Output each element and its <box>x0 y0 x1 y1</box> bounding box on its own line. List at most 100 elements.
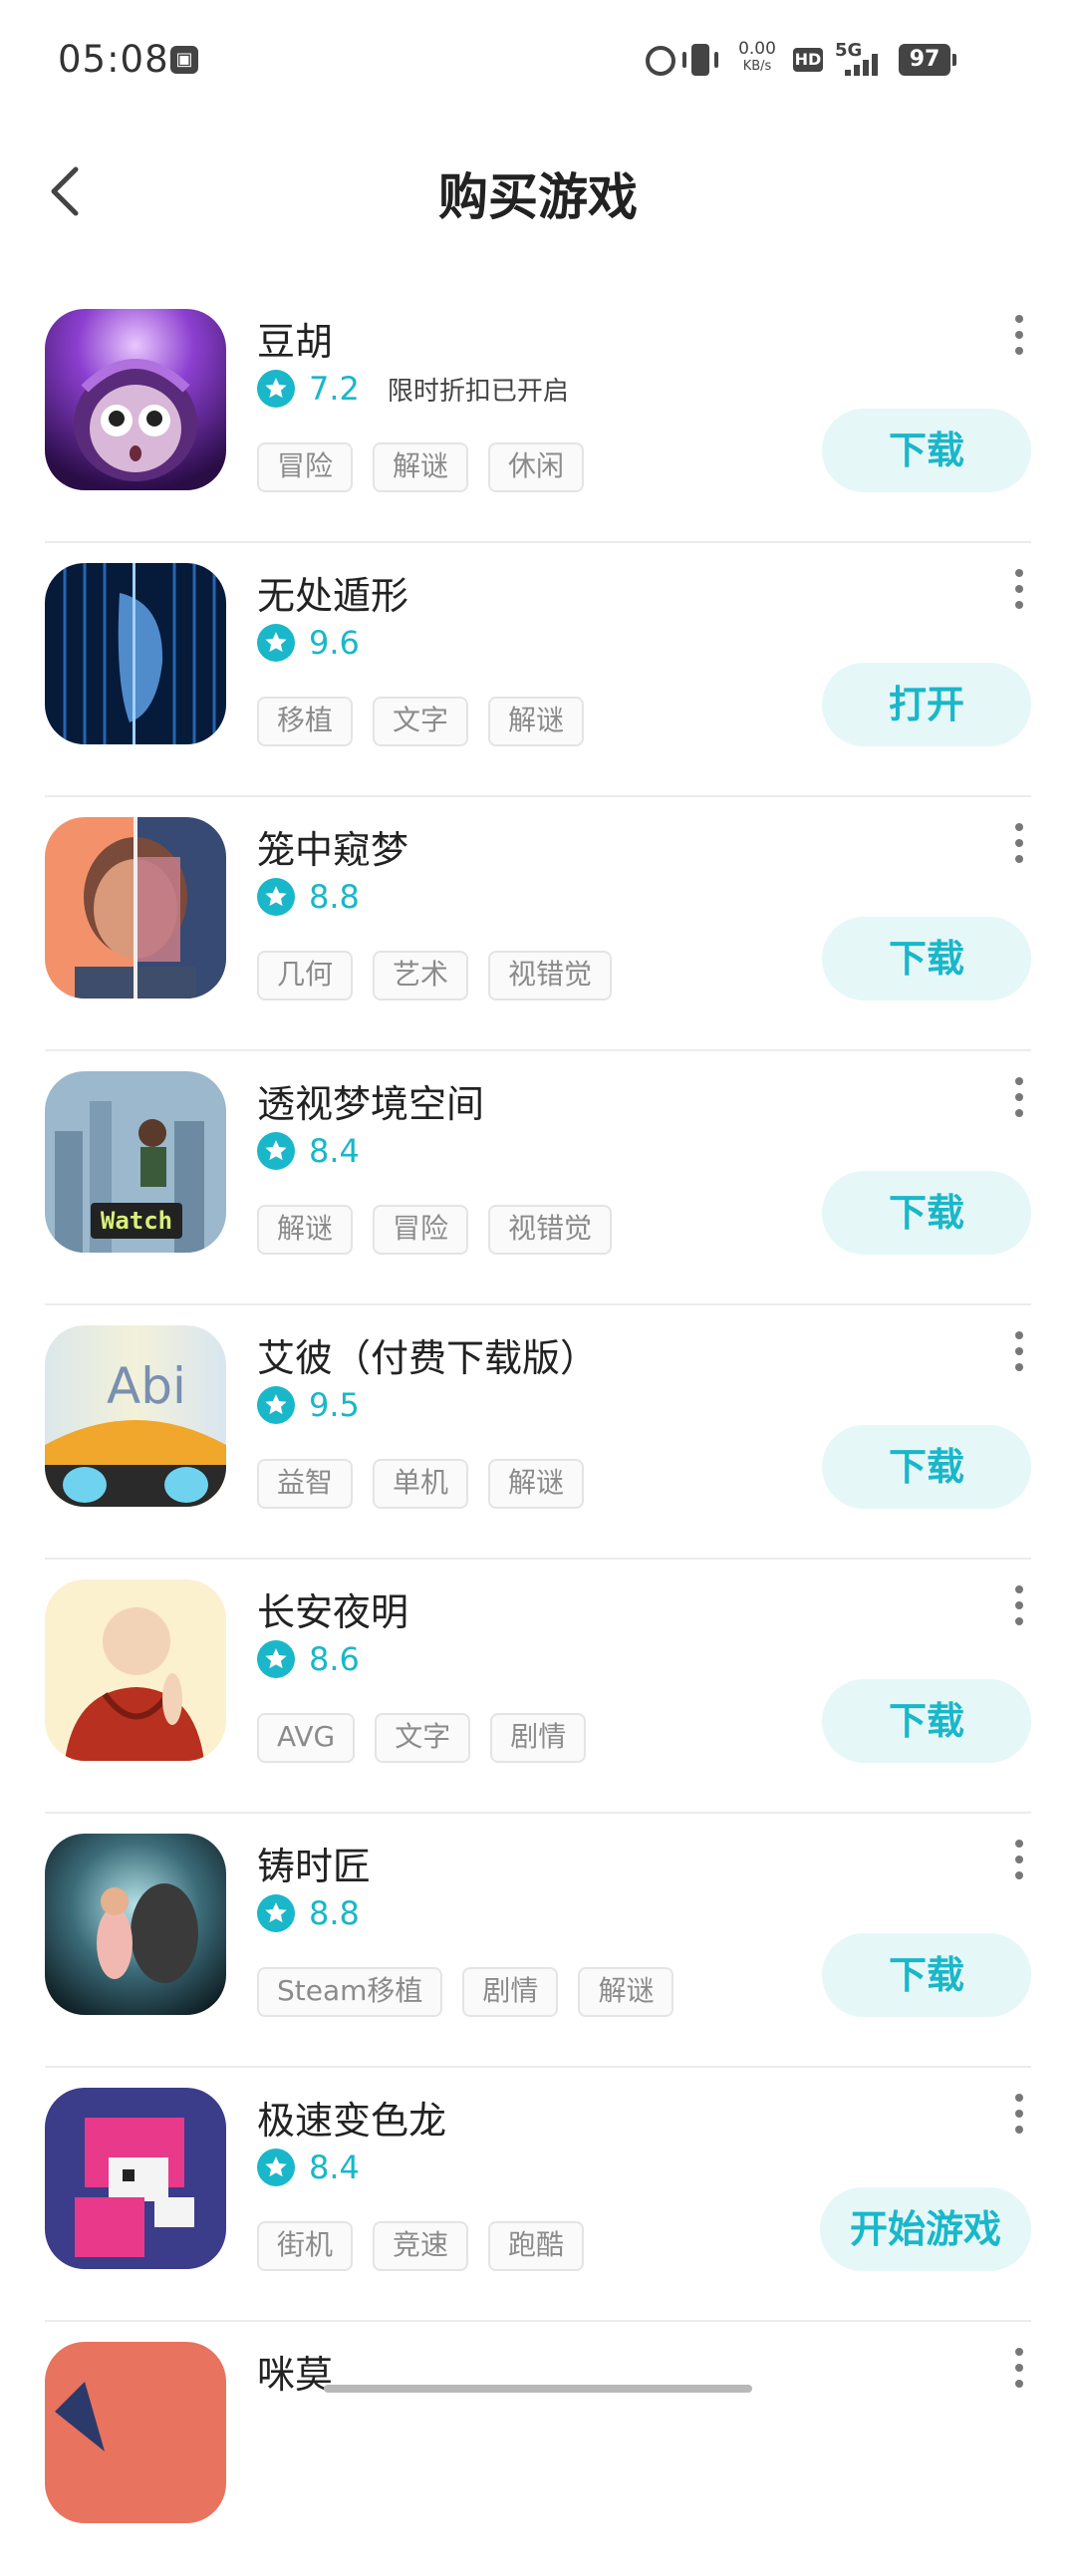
game-tag[interactable]: 文字 <box>373 697 469 746</box>
start-game-button[interactable]: 开始游戏 <box>819 2187 1031 2271</box>
game-rating: 7.2 限时折扣已开启 <box>257 369 569 409</box>
game-score: 9.5 <box>309 1386 360 1424</box>
more-options-button[interactable] <box>1012 2348 1026 2392</box>
game-tag[interactable]: 跑酷 <box>488 2221 585 2271</box>
game-icon-longzhongkuimeng <box>45 817 226 999</box>
game-tags: 冒险 解谜 休闲 <box>257 442 604 492</box>
game-item-jisubiansellong[interactable]: 极速变色龙 8.4 街机 竞速 跑酷 开始游戏 <box>0 2068 1076 2322</box>
game-tag[interactable]: 视错觉 <box>488 1205 613 1255</box>
game-tag[interactable]: 解谜 <box>488 1459 585 1509</box>
download-button[interactable]: 下载 <box>822 1425 1031 1509</box>
game-name: 透视梦境空间 <box>257 1082 485 1126</box>
more-options-button[interactable] <box>1012 2094 1026 2138</box>
game-rating: 9.5 <box>257 1385 360 1425</box>
download-button[interactable]: 下载 <box>822 1679 1031 1763</box>
game-tags: 几何 艺术 视错觉 <box>257 951 632 1001</box>
game-tags: Steam移植 剧情 解谜 <box>257 1967 693 2017</box>
game-item-toushimengjing[interactable]: Watch 透视梦境空间 8.4 解谜 冒险 视错觉 下载 <box>0 1051 1076 1305</box>
promo-text: 限时折扣已开启 <box>387 376 569 407</box>
game-item-zhushijiang[interactable]: 铸时匠 8.8 Steam移植 剧情 解谜 下载 <box>0 1814 1076 2068</box>
game-item-mimo[interactable]: 咪莫 <box>0 2322 1076 2576</box>
game-tag[interactable]: 解谜 <box>257 1205 354 1255</box>
header: 购买游戏 <box>0 140 1076 249</box>
game-tag[interactable]: 益智 <box>257 1459 354 1509</box>
game-tag[interactable]: 竞速 <box>373 2221 469 2271</box>
download-button[interactable]: 下载 <box>822 1933 1031 2017</box>
more-options-button[interactable] <box>1012 569 1026 613</box>
game-name: 艾彼（付费下载版） <box>257 1336 599 1380</box>
game-tag[interactable]: Steam移植 <box>257 1967 443 2017</box>
game-name: 咪莫 <box>257 2353 334 2397</box>
star-icon <box>257 1132 295 1170</box>
more-options-button[interactable] <box>1012 1077 1026 1121</box>
game-item-aibi[interactable]: Abi 艾彼（付费下载版） 9.5 益智 单机 解谜 下载 <box>0 1305 1076 1560</box>
more-options-button[interactable] <box>1012 1331 1026 1375</box>
more-options-button[interactable] <box>1012 1585 1026 1629</box>
page-title: 购买游戏 <box>438 168 638 226</box>
game-tag[interactable]: 剧情 <box>490 1713 587 1763</box>
home-indicator[interactable] <box>324 2385 752 2393</box>
game-tag[interactable]: 剧情 <box>462 1967 559 2017</box>
game-icon-changanyeming <box>45 1579 226 1761</box>
game-tag[interactable]: 移植 <box>257 697 354 746</box>
game-tags: 移植 文字 解谜 <box>257 697 604 746</box>
download-button[interactable]: 下载 <box>822 1171 1031 1255</box>
game-name: 极速变色龙 <box>257 2099 447 2143</box>
game-tag[interactable]: 解谜 <box>373 442 469 492</box>
game-icon-douhu <box>45 309 226 490</box>
game-tags: 解谜 冒险 视错觉 <box>257 1205 632 1255</box>
signal-bars-icon <box>845 54 885 76</box>
app-notification-icon: ▣ <box>170 46 198 74</box>
network-speed: 0.00 KB/s <box>735 40 779 76</box>
game-name: 铸时匠 <box>257 1845 372 1888</box>
game-tag[interactable]: AVG <box>257 1713 356 1763</box>
game-icon-mimo <box>45 2342 226 2523</box>
game-score: 8.6 <box>309 1640 360 1678</box>
vibrate-icon <box>682 44 718 76</box>
status-time: 05:08 <box>58 38 169 81</box>
game-tag[interactable]: 解谜 <box>578 1967 674 2017</box>
game-item-longzhongkuimeng[interactable]: 笼中窥梦 8.8 几何 艺术 视错觉 下载 <box>0 797 1076 1051</box>
svg-text:Watch: Watch <box>101 1207 172 1235</box>
game-score: 8.8 <box>309 878 360 916</box>
more-options-button[interactable] <box>1012 1840 1026 1883</box>
more-options-button[interactable] <box>1012 823 1026 867</box>
game-tag[interactable]: 街机 <box>257 2221 354 2271</box>
game-item-wuchudunxing[interactable]: 无处遁形 9.6 移植 文字 解谜 打开 <box>0 543 1076 797</box>
game-tag[interactable]: 文字 <box>375 1713 471 1763</box>
svg-text:Abi: Abi <box>107 1357 186 1415</box>
game-tag[interactable]: 休闲 <box>488 442 585 492</box>
game-list: 豆胡 7.2 限时折扣已开启 冒险 解谜 休闲 下载 无处遁形 9.6 移植 文… <box>0 289 1076 2576</box>
star-icon <box>257 878 295 916</box>
star-icon <box>257 1640 295 1678</box>
game-rating: 9.6 <box>257 623 360 663</box>
game-score: 8.8 <box>309 1894 360 1932</box>
game-tags: 益智 单机 解谜 <box>257 1459 604 1509</box>
game-tag[interactable]: 冒险 <box>373 1205 469 1255</box>
game-tag[interactable]: 单机 <box>373 1459 469 1509</box>
game-tag[interactable]: 几何 <box>257 951 354 1001</box>
network-speed-unit: KB/s <box>742 59 772 74</box>
game-tag[interactable]: 解谜 <box>488 697 585 746</box>
game-rating: 8.4 <box>257 1131 360 1171</box>
game-item-changanyeming[interactable]: 长安夜明 8.6 AVG 文字 剧情 下载 <box>0 1560 1076 1814</box>
download-button[interactable]: 下载 <box>822 917 1031 1001</box>
game-tags: AVG 文字 剧情 <box>257 1713 606 1763</box>
more-options-button[interactable] <box>1012 315 1026 359</box>
game-name: 无处遁形 <box>257 574 409 618</box>
game-tag[interactable]: 视错觉 <box>488 951 613 1001</box>
game-tag[interactable]: 艺术 <box>373 951 469 1001</box>
network-speed-value: 0.00 <box>738 39 776 59</box>
game-icon-zhushijiang <box>45 1834 226 2015</box>
game-tag[interactable]: 冒险 <box>257 442 354 492</box>
game-item-douhu[interactable]: 豆胡 7.2 限时折扣已开启 冒险 解谜 休闲 下载 <box>0 289 1076 543</box>
game-name: 笼中窥梦 <box>257 828 409 872</box>
download-button[interactable]: 下载 <box>822 409 1031 492</box>
game-name: 豆胡 <box>257 320 334 364</box>
star-icon <box>257 2148 295 2186</box>
status-bar: 05:08 ▣ 0.00 KB/s HD 5G 97 <box>0 0 1076 120</box>
battery-icon: 97 <box>899 44 956 76</box>
game-rating: 8.6 <box>257 1639 360 1679</box>
game-rating: 8.8 <box>257 1893 360 1933</box>
open-button[interactable]: 打开 <box>822 663 1031 746</box>
